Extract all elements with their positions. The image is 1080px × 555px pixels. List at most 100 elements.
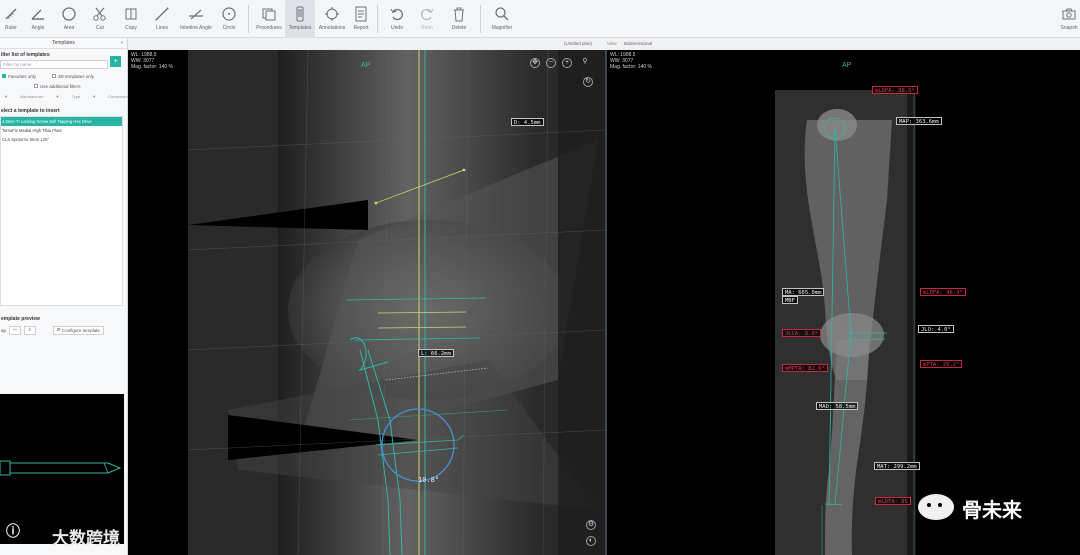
cut-label: Cut	[96, 25, 104, 31]
ruler-icon	[5, 8, 17, 20]
favorites-checkbox[interactable]: Favorites only	[0, 71, 36, 81]
zoom-out-icon[interactable]: −	[546, 58, 556, 68]
search-icon[interactable]: ⚲	[580, 58, 590, 68]
measurement-mbf[interactable]: MBF	[782, 296, 798, 304]
watermark-left: 大数跨境	[52, 529, 120, 548]
flip-horizontal-button[interactable]: ⇿	[9, 325, 21, 335]
procedures-icon	[262, 8, 276, 21]
undo-button[interactable]: Undo	[382, 0, 412, 38]
measurement-mad[interactable]: MAD: 58.5mm	[816, 402, 859, 410]
left-viewport[interactable]: WL: 1988.5 WW: 3077 Mag. factor: 140 % A…	[128, 50, 605, 555]
filter-icon: ▼	[55, 93, 60, 99]
area-tool[interactable]: Area	[54, 0, 84, 38]
report-label: Report	[353, 25, 369, 31]
type-filter[interactable]: Type	[72, 94, 81, 99]
measurement-mat[interactable]: MAT: 299.2mm	[874, 462, 920, 470]
measurement-map[interactable]: MAP: 363.6mm	[896, 117, 942, 125]
measurement-length[interactable]: L: 66.2mm	[418, 349, 454, 357]
settings-icon[interactable]: ⚙	[586, 520, 596, 530]
magnification: Mag. factor: 140 %	[131, 64, 173, 70]
templates-panel: Templates ‹ ilter list of templates + Fi…	[0, 38, 129, 555]
rotate-icon[interactable]: ↻	[583, 77, 593, 87]
measurement-mldfa[interactable]: mLDFA: 96.9°	[920, 288, 966, 296]
magnifier-tool[interactable]: Magnifier	[485, 0, 519, 38]
panel-title-text: Templates	[52, 40, 75, 46]
flip-vertical-button[interactable]: ⇳	[23, 325, 36, 335]
lines-tool[interactable]: Lines	[146, 0, 178, 38]
toolbar: Ruler Angle Area Cut Copy Lines Interlin…	[0, 0, 1080, 38]
pan-icon[interactable]: ✥	[530, 58, 540, 68]
flip-icon: ⇿	[13, 327, 17, 332]
circle-icon	[222, 7, 236, 21]
app-window: Ruler Angle Area Cut Copy Lines Interlin…	[0, 0, 1080, 555]
preview-heading: emplate preview	[1, 316, 40, 322]
plus-icon: +	[113, 58, 118, 65]
circle-label: Circle	[222, 25, 236, 31]
measurement-mmpta[interactable]: mMPTA: 82.6°	[782, 364, 828, 372]
filter-checks: Favorites only 3D templates only	[0, 71, 127, 81]
delete-label: Delete	[451, 25, 467, 31]
view-mode[interactable]: Bidimensional	[624, 38, 652, 50]
zoom-in-icon[interactable]: +	[562, 58, 572, 68]
measurement-ma[interactable]: MA: 665.0mm	[782, 288, 825, 296]
annotations-icon	[325, 7, 339, 21]
scissors-icon	[93, 7, 106, 21]
redo-button[interactable]: Redo	[412, 0, 442, 38]
filter-input[interactable]: Filter by name	[0, 60, 108, 69]
procedures-label: Procedures	[256, 25, 282, 31]
contrast-icon[interactable]: ◐	[586, 536, 596, 546]
component-filter[interactable]: Component	[108, 94, 129, 99]
3d-only-checkbox[interactable]: 3D templates only	[50, 71, 94, 81]
copy-tool[interactable]: Copy	[116, 0, 146, 38]
copy-label: Copy	[125, 25, 137, 31]
wechat-logo-icon	[918, 494, 954, 520]
delete-button[interactable]: Delete	[442, 0, 476, 38]
measurement-d[interactable]: D: 4.5mm	[511, 118, 544, 126]
measurement-jlca[interactable]: JLCA: 8.0°	[782, 329, 822, 337]
angle-label: Angle	[31, 25, 45, 31]
list-item[interactable]: CLS Spotorno Stem 125°	[1, 135, 122, 144]
add-template-button[interactable]: +	[110, 56, 121, 67]
procedures-tool[interactable]: Procedures	[253, 0, 285, 38]
manufacturer-filter[interactable]: Manufacturer	[20, 94, 44, 99]
measurement-angle[interactable]: 10.8°	[416, 476, 441, 484]
snapshot-tool[interactable]: Snapsh	[1058, 0, 1080, 38]
report-tool[interactable]: Report	[349, 0, 373, 38]
list-item[interactable]: 4.0mm TI Locking Screw Self Tapping Hex …	[1, 117, 122, 126]
ruler-label: Ruler	[5, 25, 17, 31]
select-heading: elect a template to insert	[1, 108, 60, 114]
undo-label: Undo	[391, 25, 403, 31]
cut-tool[interactable]: Cut	[84, 0, 116, 38]
circle-tool[interactable]: Circle	[214, 0, 244, 38]
measurement-mldfa-top[interactable]: mLDFA: 88.0°	[872, 86, 918, 94]
list-item[interactable]: TomoFix Medial High Tibia Plate	[1, 126, 122, 135]
viewport-header: (Untitled plan) View Bidimensional	[128, 38, 1080, 50]
templates-icon	[296, 6, 304, 22]
logo-eye	[927, 503, 931, 507]
collapse-icon[interactable]: ‹	[121, 38, 123, 49]
redo-label: Redo	[421, 25, 433, 31]
measurement-jlo[interactable]: JLO: 4.0°	[918, 325, 954, 333]
toolbar-divider	[377, 5, 378, 33]
right-viewport[interactable]: WL: 1988.5 WW: 3077 Mag. factor: 140 % A…	[607, 50, 1080, 555]
snapshot-label: Snapsh	[1060, 25, 1078, 31]
magnifier-label: Magnifier	[491, 25, 513, 31]
templates-tool[interactable]: Templates	[285, 0, 315, 38]
redo-icon	[421, 8, 434, 21]
measurement-mpta[interactable]: mPTA: 29.2°	[920, 360, 963, 368]
measurement-mldta[interactable]: mLDTA: 85	[875, 497, 911, 505]
annotations-tool[interactable]: Annotations	[315, 0, 349, 38]
angle-tool[interactable]: Angle	[22, 0, 54, 38]
interline-angle-tool[interactable]: Interline Angle	[178, 0, 214, 38]
filter-headers: ▼ Manufacturer ▼ Type ▼ Component	[0, 91, 129, 101]
full-leg-xray-image	[775, 90, 916, 555]
filter-heading: ilter list of templates	[1, 52, 50, 58]
left-projection-label: AP	[361, 62, 371, 69]
configure-template-button[interactable]: ⚙ Configure template	[52, 325, 104, 335]
logo-eye	[938, 503, 942, 507]
annotations-label: Annotations	[318, 25, 346, 31]
ruler-tool[interactable]: Ruler	[0, 0, 22, 38]
additional-filters-checkbox[interactable]: Use additional filters	[0, 81, 127, 91]
interline-angle-label: Interline Angle	[180, 25, 212, 31]
templates-label: Templates	[288, 25, 312, 31]
